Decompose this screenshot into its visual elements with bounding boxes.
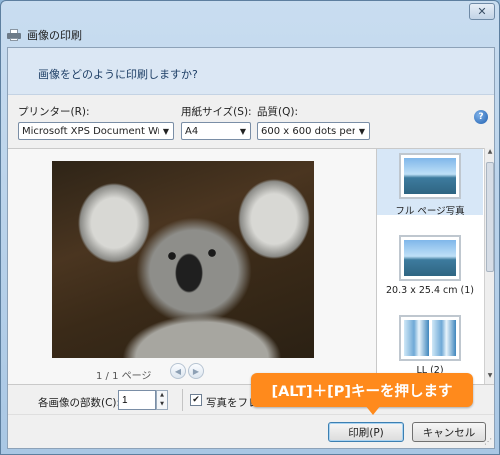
layout-thumbnail	[399, 315, 461, 361]
quality-select[interactable]: 600 x 600 dots per inch ▼	[257, 122, 370, 140]
printer-value: Microsoft XPS Document Writer	[22, 125, 159, 137]
close-icon: ✕	[477, 5, 487, 18]
copies-input[interactable]	[118, 390, 156, 410]
page-indicator: 1 / 1 ページ	[96, 371, 152, 382]
koala-photo-preview	[52, 161, 314, 358]
printer-icon	[7, 29, 21, 41]
layout-thumbnail	[399, 235, 461, 281]
layout-label: フル ページ写真	[395, 206, 465, 217]
instruction-callout: [ALT]＋[P]キーを押します	[251, 373, 473, 407]
cancel-button[interactable]: キャンセル	[412, 422, 486, 442]
layout-item-full-page[interactable]: フル ページ写真	[377, 149, 483, 217]
title-bar: 画像の印刷	[7, 25, 82, 45]
layout-item-8x10[interactable]: 20.3 x 25.4 cm (1)	[377, 231, 483, 301]
fit-picture-checkbox[interactable]: ✔	[190, 394, 202, 406]
layout-label: 20.3 x 25.4 cm (1)	[386, 285, 474, 296]
quality-value: 600 x 600 dots per inch	[261, 125, 355, 137]
paper-size-select[interactable]: A4 ▼	[181, 122, 251, 140]
callout-text: [ALT]＋[P]キーを押します	[271, 383, 453, 400]
print-preview-area: 1 / 1 ページ ◀ ▶	[8, 148, 376, 384]
scroll-up-icon[interactable]: ▲	[485, 148, 495, 160]
question-text: 画像をどのように印刷しますか?	[38, 68, 198, 81]
previous-page-button[interactable]: ◀	[170, 363, 186, 379]
print-button[interactable]: 印刷(P)	[328, 422, 404, 442]
next-page-button[interactable]: ▶	[188, 363, 204, 379]
cancel-button-label: キャンセル	[422, 426, 476, 439]
print-button-label: 印刷(P)	[348, 426, 384, 439]
question-band: 画像をどのように印刷しますか?	[8, 48, 494, 95]
close-button[interactable]: ✕	[469, 3, 495, 20]
help-icon[interactable]: ?	[474, 110, 488, 124]
stepper-up-icon[interactable]: ▲	[157, 391, 167, 400]
resize-grip-icon[interactable]: ⋰	[484, 437, 492, 446]
layout-thumbnail	[399, 153, 461, 199]
print-dialog-window: ✕ 画像の印刷 画像をどのように印刷しますか? プリンター(R): Micros…	[0, 0, 500, 455]
copies-label: 各画像の部数(C):	[38, 397, 121, 409]
printer-label: プリンター(R):	[18, 106, 90, 118]
paper-size-label: 用紙サイズ(S):	[181, 106, 252, 118]
quality-label: 品質(Q):	[257, 106, 298, 118]
stepper-down-icon[interactable]: ▼	[157, 400, 167, 409]
chevron-down-icon: ▼	[358, 126, 366, 136]
arrow-right-icon: ▶	[192, 366, 200, 376]
scroll-down-icon[interactable]: ▼	[485, 372, 495, 384]
window-title: 画像の印刷	[27, 29, 82, 42]
dialog-footer: 印刷(P) キャンセル ⋰	[8, 414, 494, 448]
copies-stepper[interactable]: ▲ ▼	[156, 390, 168, 410]
printer-select[interactable]: Microsoft XPS Document Writer ▼	[18, 122, 174, 140]
arrow-left-icon: ◀	[174, 366, 182, 376]
layout-list: フル ページ写真 20.3 x 25.4 cm (1) LL (2)	[376, 148, 484, 384]
layout-scrollbar[interactable]: ▲ ▼	[484, 148, 494, 384]
callout-pointer	[365, 405, 381, 415]
divider	[182, 389, 183, 411]
paper-size-value: A4	[185, 125, 199, 137]
chevron-down-icon: ▼	[162, 126, 170, 136]
chevron-down-icon: ▼	[239, 126, 247, 136]
scroll-thumb[interactable]	[486, 162, 494, 272]
